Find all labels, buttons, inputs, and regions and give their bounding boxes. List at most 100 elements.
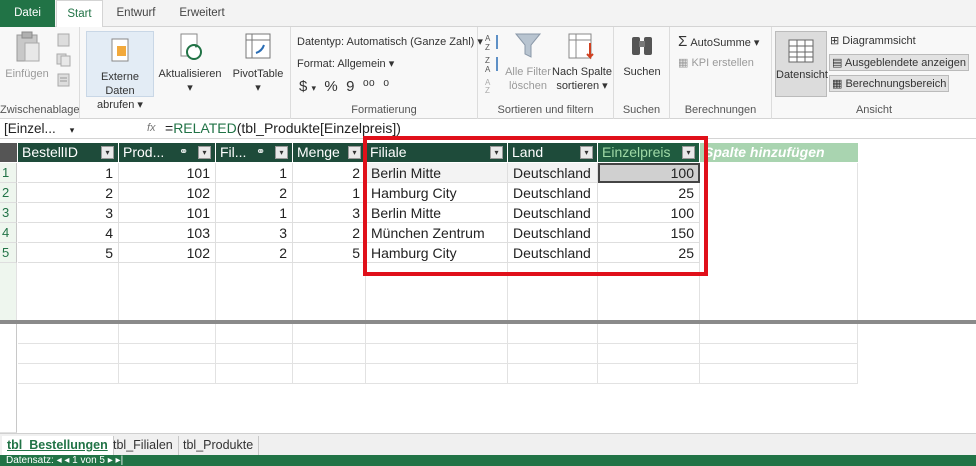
sheet-tab-bestellungen[interactable]: tbl_Bestellungen [2, 436, 114, 455]
cell-produkt[interactable]: 103 [119, 223, 216, 243]
calc-area-cell[interactable] [598, 324, 700, 344]
sheet-tab-produkte[interactable]: tbl_Produkte [178, 436, 260, 455]
cell-menge[interactable]: 2 [293, 163, 366, 183]
calc-area-cell[interactable] [119, 364, 216, 384]
cell-menge[interactable]: 3 [293, 203, 366, 223]
cell-produkt[interactable]: 101 [119, 163, 216, 183]
datatype-dropdown[interactable]: Datentyp: Automatisch (Ganze Zahl) ▾ [297, 35, 483, 48]
cell-einzelpreis[interactable]: 25 [598, 243, 700, 263]
sort-by-column-button[interactable]: Nach Spalte sortieren ▾ [552, 31, 612, 93]
cell-einzelpreis[interactable]: 100 [598, 203, 700, 223]
row-number[interactable]: 1 [0, 163, 17, 183]
create-kpi-button[interactable]: ▦ KPI erstellen [678, 56, 754, 69]
cell-einzelpreis-selected[interactable]: 100 [598, 163, 700, 183]
autosum-button[interactable]: Σ AutoSumme ▾ [678, 33, 759, 50]
cell-einzelpreis[interactable]: 25 [598, 183, 700, 203]
sheet-tab-filialen[interactable]: tbl_Filialen [108, 436, 179, 455]
cell-produkt[interactable]: 102 [119, 183, 216, 203]
cell-land[interactable]: Deutschland [508, 203, 598, 223]
cell-bestellid[interactable]: 4 [18, 223, 119, 243]
data-view-button[interactable]: Datensicht [775, 31, 828, 97]
filter-dropdown-icon[interactable]: ▾ [101, 146, 114, 159]
pivottable-button[interactable]: PivotTable ▾ [230, 31, 286, 95]
calc-area-cell[interactable] [18, 364, 119, 384]
calc-area-cell[interactable] [366, 344, 508, 364]
calc-area-cell[interactable] [216, 324, 293, 344]
calc-area-cell[interactable] [366, 324, 508, 344]
chevron-down-icon[interactable]: ▾ [70, 125, 75, 135]
filter-dropdown-icon[interactable]: ▾ [348, 146, 361, 159]
cell-filiale-id[interactable]: 1 [216, 163, 293, 183]
filter-dropdown-icon[interactable]: ▾ [198, 146, 211, 159]
cell-einzelpreis[interactable]: 150 [598, 223, 700, 243]
filter-dropdown-icon[interactable]: ▾ [490, 146, 503, 159]
cell-filiale[interactable]: Hamburg City [366, 183, 508, 203]
filter-dropdown-icon[interactable]: ▾ [580, 146, 593, 159]
cell-land[interactable]: Deutschland [508, 183, 598, 203]
calc-area-cell[interactable] [508, 324, 598, 344]
row-number[interactable]: 3 [0, 203, 17, 223]
calc-area-cell[interactable] [700, 324, 858, 344]
cell-filiale-id[interactable]: 2 [216, 243, 293, 263]
calc-area-cell[interactable] [216, 364, 293, 384]
calculation-area-button[interactable]: ▦ Berechnungsbereich [829, 75, 950, 92]
calc-area-cell[interactable] [293, 364, 366, 384]
column-header-filiale-id[interactable]: Fil... ⚭ ▾ [216, 143, 292, 162]
cell-filiale[interactable]: Hamburg City [366, 243, 508, 263]
cell-filiale-id[interactable]: 2 [216, 183, 293, 203]
row-number[interactable]: 2 [0, 183, 17, 203]
percent-button[interactable]: % [324, 78, 337, 95]
name-box[interactable]: [Einzel... ▾ [4, 120, 144, 137]
column-header-menge[interactable]: Menge ▾ [293, 143, 365, 162]
row-number[interactable]: 5 [0, 243, 17, 263]
filter-dropdown-icon[interactable]: ▾ [275, 146, 288, 159]
fx-icon[interactable]: fx [147, 120, 156, 137]
calc-area-cell[interactable] [598, 344, 700, 364]
decrease-decimal-button[interactable]: ⁰ [383, 78, 389, 95]
cell-land[interactable]: Deutschland [508, 223, 598, 243]
cell-bestellid[interactable]: 5 [18, 243, 119, 263]
thousands-button[interactable]: 9 [346, 78, 354, 95]
calc-area-cell[interactable] [598, 364, 700, 384]
cell-land[interactable]: Deutschland [508, 163, 598, 183]
sort-descending-icon[interactable]: ZA [485, 55, 501, 73]
column-header-land[interactable]: Land ▾ [508, 143, 597, 162]
column-header-produkt[interactable]: Prod... ⚭ ▾ [119, 143, 215, 162]
formula-input[interactable]: =RELATED(tbl_Produkte[Einzelpreis]) [165, 120, 401, 137]
currency-button[interactable]: $ [299, 78, 307, 95]
calc-area-cell[interactable] [700, 344, 858, 364]
cell-menge[interactable]: 1 [293, 183, 366, 203]
cell-land[interactable]: Deutschland [508, 243, 598, 263]
row-number[interactable]: 4 [0, 223, 17, 243]
copy-format-icon[interactable] [56, 73, 72, 87]
show-hidden-button[interactable]: ▤ Ausgeblendete anzeigen [829, 54, 969, 71]
calc-area-cell[interactable] [18, 344, 119, 364]
column-header-bestellid[interactable]: BestellID ▾ [18, 143, 118, 162]
column-header-filiale[interactable]: Filiale ▾ [366, 143, 507, 162]
cell-filiale[interactable]: München Zentrum [366, 223, 508, 243]
clear-filters-button[interactable]: Alle Filter löschen [504, 31, 552, 93]
tab-start[interactable]: Start [56, 0, 103, 28]
calc-area-cell[interactable] [216, 344, 293, 364]
column-header-einzelpreis[interactable]: Einzelpreis ▾ [598, 143, 699, 162]
external-data-button[interactable]: Externe Daten abrufen ▾ [86, 31, 154, 111]
calculation-area-splitter[interactable] [0, 320, 976, 324]
cell-menge[interactable]: 2 [293, 223, 366, 243]
cell-menge[interactable]: 5 [293, 243, 366, 263]
calc-area-cell[interactable] [366, 364, 508, 384]
calc-area-cell[interactable] [293, 344, 366, 364]
tab-entwurf[interactable]: Entwurf [108, 0, 164, 27]
cell-bestellid[interactable]: 1 [18, 163, 119, 183]
cell-bestellid[interactable]: 2 [18, 183, 119, 203]
cut-icon[interactable] [56, 33, 72, 47]
calc-area-cell[interactable] [508, 364, 598, 384]
cell-produkt[interactable]: 102 [119, 243, 216, 263]
tab-datei[interactable]: Datei [0, 0, 55, 27]
calc-area-cell[interactable] [293, 324, 366, 344]
cell-filiale-id[interactable]: 1 [216, 203, 293, 223]
refresh-button[interactable]: Aktualisieren ▾ [158, 31, 222, 95]
copy-icon[interactable] [56, 53, 72, 67]
format-dropdown[interactable]: Format: Allgemein ▾ [297, 57, 394, 70]
add-column-header[interactable]: Spalte hinzufügen [700, 143, 858, 162]
sort-ascending-icon[interactable]: AZ [485, 33, 501, 51]
